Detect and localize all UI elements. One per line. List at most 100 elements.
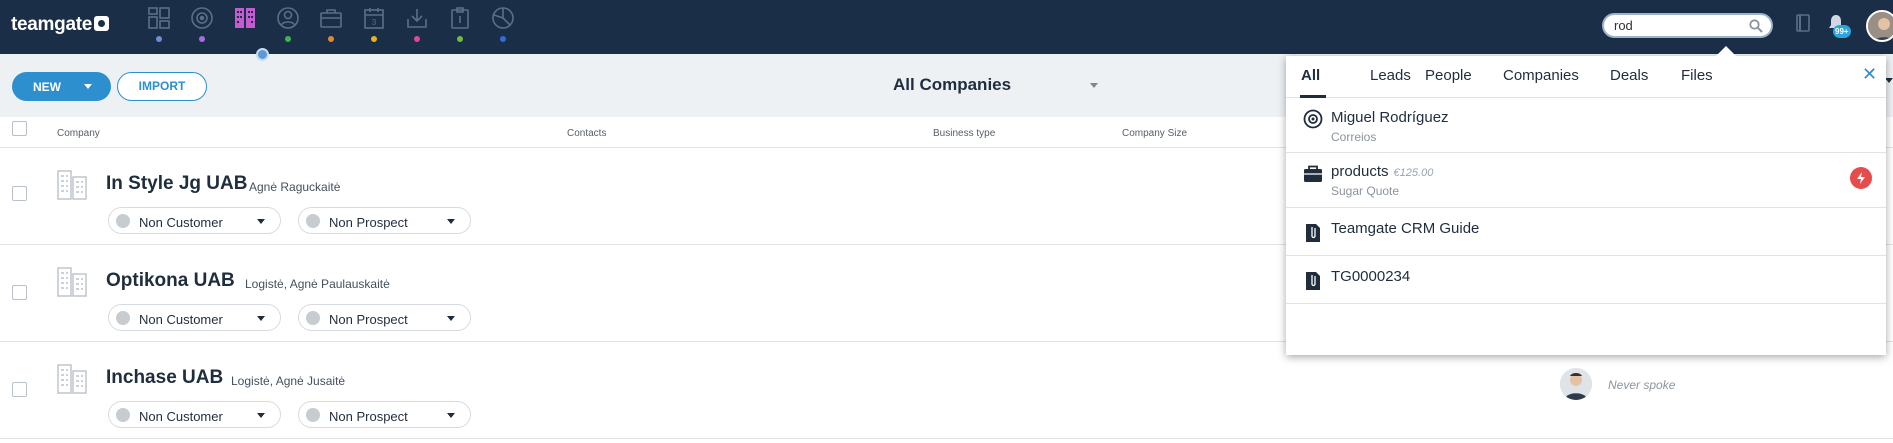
view-selector[interactable]: All Companies bbox=[893, 75, 1011, 95]
nav-dot bbox=[199, 36, 205, 42]
nav-companies[interactable] bbox=[232, 5, 258, 47]
nav-reports[interactable] bbox=[490, 5, 516, 47]
tab-deals[interactable]: Deals bbox=[1610, 67, 1648, 84]
row-checkbox[interactable] bbox=[12, 186, 27, 201]
table-row[interactable]: Inchase UAB Logistė, Agnė Jusaitė Non Cu… bbox=[0, 342, 1893, 439]
status-dot bbox=[116, 408, 130, 422]
briefcase-icon bbox=[320, 9, 342, 28]
search-icon[interactable] bbox=[1749, 19, 1763, 33]
notifications-badge[interactable]: 99+ bbox=[1833, 25, 1851, 38]
customer-status-value: Non Customer bbox=[139, 409, 223, 424]
result-title-text: products bbox=[1331, 163, 1389, 180]
tab-leads[interactable]: Leads bbox=[1370, 67, 1411, 84]
result-title: Miguel Rodríguez bbox=[1331, 109, 1449, 126]
prospect-status-select[interactable]: Non Prospect bbox=[298, 304, 471, 331]
new-button-label: NEW bbox=[33, 80, 61, 94]
owner-avatar[interactable] bbox=[1560, 368, 1592, 400]
column-company[interactable]: Company bbox=[57, 128, 100, 139]
download-icon bbox=[407, 9, 427, 28]
companies-icon bbox=[235, 8, 255, 28]
nav-inbox[interactable] bbox=[404, 5, 430, 47]
nav-files[interactable] bbox=[447, 5, 473, 47]
close-icon[interactable]: ✕ bbox=[1862, 64, 1877, 85]
clipboard-icon bbox=[451, 7, 469, 29]
tab-companies[interactable]: Companies bbox=[1503, 67, 1579, 84]
dashboard-icon bbox=[148, 7, 170, 29]
search-result-item[interactable]: Miguel Rodríguez Correios bbox=[1286, 98, 1886, 153]
nav-dashboard[interactable] bbox=[146, 5, 172, 47]
chart-icon bbox=[492, 7, 514, 29]
global-search[interactable] bbox=[1602, 13, 1773, 38]
user-photo-icon bbox=[1868, 12, 1893, 40]
prospect-status-value: Non Prospect bbox=[329, 312, 408, 327]
lead-target-icon bbox=[1303, 109, 1323, 129]
company-contacts[interactable]: Agnė Raguckaitė bbox=[249, 180, 340, 194]
status-dot bbox=[306, 311, 320, 325]
tab-all[interactable]: All bbox=[1301, 67, 1320, 84]
tab-files[interactable]: Files bbox=[1681, 67, 1713, 84]
new-button[interactable]: NEW bbox=[12, 72, 111, 101]
user-avatar[interactable] bbox=[1866, 10, 1893, 42]
caret-down-icon bbox=[257, 219, 265, 224]
search-result-item[interactable]: Teamgate CRM Guide bbox=[1286, 208, 1886, 256]
nav-leads[interactable] bbox=[189, 5, 215, 47]
search-result-item[interactable]: products €125.00 Sugar Quote bbox=[1286, 153, 1886, 208]
search-results-popup: All Leads People Companies Deals Files ✕… bbox=[1286, 56, 1886, 355]
prospect-status-select[interactable]: Non Prospect bbox=[298, 401, 471, 428]
svg-text:3: 3 bbox=[372, 18, 377, 27]
status-dot bbox=[116, 311, 130, 325]
nav-deals[interactable] bbox=[318, 5, 344, 47]
customer-status-value: Non Customer bbox=[139, 215, 223, 230]
column-company-size[interactable]: Company Size bbox=[1122, 128, 1187, 139]
company-contacts[interactable]: Logistė, Agnė Paulauskaitė bbox=[245, 277, 390, 291]
file-clip-icon bbox=[1306, 272, 1320, 290]
customer-status-value: Non Customer bbox=[139, 312, 223, 327]
company-name[interactable]: Optikona UAB bbox=[106, 270, 235, 292]
nav-dot bbox=[500, 36, 506, 42]
status-dot bbox=[306, 214, 320, 228]
teamgate-logo[interactable]: teamgate bbox=[11, 14, 110, 36]
company-contacts[interactable]: Logistė, Agnė Jusaitė bbox=[231, 374, 345, 388]
status-dot bbox=[306, 408, 320, 422]
result-subtitle: Correios bbox=[1331, 130, 1377, 144]
prospect-status-select[interactable]: Non Prospect bbox=[298, 207, 471, 234]
result-title: Teamgate CRM Guide bbox=[1331, 220, 1480, 237]
nav-dot bbox=[156, 36, 162, 42]
toolbar-caret-icon[interactable] bbox=[1885, 78, 1893, 83]
customer-status-select[interactable]: Non Customer bbox=[108, 304, 281, 331]
nav-dot bbox=[457, 36, 463, 42]
tab-people[interactable]: People bbox=[1425, 67, 1472, 84]
logo-mark-icon bbox=[94, 16, 110, 31]
search-input[interactable] bbox=[1614, 18, 1744, 33]
caret-down-icon bbox=[447, 413, 455, 418]
top-bar: teamgate 3 rod 99+ bbox=[0, 0, 1893, 54]
result-title: products €125.00 bbox=[1331, 163, 1433, 180]
deal-status-badge[interactable] bbox=[1850, 167, 1872, 189]
column-contacts[interactable]: Contacts bbox=[567, 128, 606, 139]
caret-down-icon bbox=[257, 316, 265, 321]
result-title: TG0000234 bbox=[1331, 268, 1411, 285]
nav-dot bbox=[285, 36, 291, 42]
new-dropdown-caret-icon[interactable] bbox=[84, 84, 92, 89]
column-business-type[interactable]: Business type bbox=[933, 128, 995, 139]
company-name[interactable]: In Style Jg UAB bbox=[106, 173, 247, 195]
customer-status-select[interactable]: Non Customer bbox=[108, 401, 281, 428]
import-button[interactable]: IMPORT bbox=[117, 72, 207, 101]
building-icon bbox=[57, 267, 87, 297]
target-icon bbox=[191, 7, 213, 29]
row-checkbox[interactable] bbox=[12, 285, 27, 300]
prospect-status-value: Non Prospect bbox=[329, 409, 408, 424]
nav-people[interactable] bbox=[275, 5, 301, 47]
nav-calendar[interactable]: 3 bbox=[361, 5, 387, 47]
row-checkbox[interactable] bbox=[12, 382, 27, 397]
caret-down-icon bbox=[447, 316, 455, 321]
customer-status-select[interactable]: Non Customer bbox=[108, 207, 281, 234]
logo-text: teamgate bbox=[11, 14, 93, 35]
select-all-checkbox[interactable] bbox=[12, 121, 27, 136]
caret-down-icon bbox=[257, 413, 265, 418]
search-result-item[interactable]: TG0000234 bbox=[1286, 256, 1886, 304]
company-name[interactable]: Inchase UAB bbox=[106, 367, 223, 389]
active-nav-marker bbox=[256, 48, 269, 61]
phone-book-icon[interactable] bbox=[1796, 14, 1810, 32]
view-caret-icon[interactable] bbox=[1090, 83, 1098, 88]
